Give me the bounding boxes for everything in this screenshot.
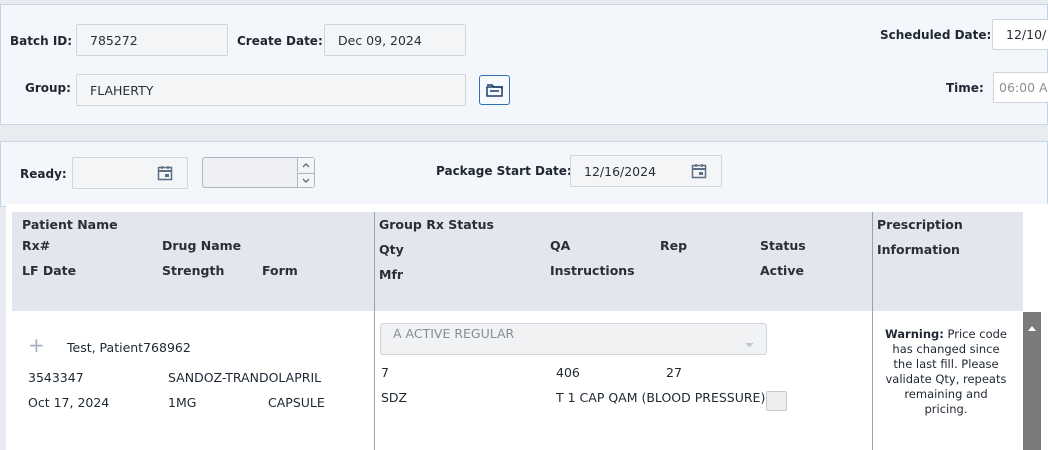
form-cell: CAPSULE	[268, 395, 325, 410]
chevron-up-icon	[302, 162, 310, 167]
rep-cell: 27	[666, 365, 682, 380]
scheduled-date-label: Scheduled Date:	[880, 28, 992, 42]
col-qty: Qty	[379, 242, 404, 257]
col-strength: Strength	[162, 263, 225, 278]
folder-open-icon	[485, 84, 503, 97]
warning-label: Warning:	[885, 327, 944, 341]
prescription-warning: Warning: Price code has changed since th…	[884, 327, 1008, 417]
col-active: Active	[760, 263, 804, 278]
ready-number-stepper[interactable]	[202, 157, 315, 188]
group-field[interactable]: FLAHERTY	[76, 74, 466, 106]
stepper-down-button[interactable]	[297, 173, 314, 187]
batch-id-label: Batch ID:	[10, 34, 73, 48]
create-date-label: Create Date:	[237, 34, 323, 48]
package-start-label: Package Start Date:	[436, 164, 572, 178]
grid-scrollbar[interactable]	[1023, 312, 1041, 450]
qa-cell: 406	[556, 365, 580, 380]
col-rep: Rep	[660, 238, 688, 253]
qty-cell: 7	[381, 365, 389, 380]
group-rx-status-value: A ACTIVE REGULAR	[393, 326, 515, 341]
col-qa: QA	[550, 238, 571, 253]
lf-date-cell: Oct 17, 2024	[28, 395, 110, 410]
col-group-rx-status: Group Rx Status	[379, 217, 494, 232]
expand-row-button[interactable]: +	[28, 335, 45, 355]
col-mfr: Mfr	[379, 267, 404, 282]
col-prescription: Prescription	[877, 217, 963, 232]
batch-header-panel	[0, 4, 1048, 125]
group-browse-button[interactable]	[479, 75, 510, 105]
batch-id-field[interactable]: 785272	[76, 24, 228, 56]
calendar-icon	[691, 164, 707, 179]
col-drug-name: Drug Name	[162, 238, 242, 253]
rx-num-cell: 3543347	[28, 370, 84, 385]
chevron-down-icon	[302, 178, 310, 183]
drug-name-cell: SANDOZ-TRANDOLAPRIL	[168, 370, 322, 385]
strength-cell: 1MG	[168, 395, 197, 410]
chevron-down-icon	[745, 336, 754, 351]
col-form: Form	[262, 263, 298, 278]
active-checkbox[interactable]	[766, 391, 787, 411]
col-patient-name: Patient Name	[22, 217, 118, 232]
col-rx-num: Rx#	[22, 238, 51, 253]
group-rx-status-select[interactable]: A ACTIVE REGULAR	[380, 323, 767, 355]
scroll-up-icon[interactable]	[1028, 316, 1036, 335]
time-label: Time:	[946, 81, 984, 95]
scheduled-date-field[interactable]: 12/10/	[992, 19, 1048, 50]
time-field[interactable]: 06:00 AI	[993, 72, 1048, 103]
calendar-icon	[157, 166, 173, 181]
col-status: Status	[760, 238, 806, 253]
package-start-calendar-button[interactable]	[689, 161, 709, 181]
col-instructions: Instructions	[550, 263, 635, 278]
patient-name-cell: Test, Patient768962	[67, 340, 191, 355]
ready-calendar-button[interactable]	[155, 163, 175, 183]
col-information: Information	[877, 242, 960, 257]
stepper-up-button[interactable]	[297, 158, 314, 172]
ready-label: Ready:	[20, 167, 67, 181]
instructions-cell: T 1 CAP QAM (BLOOD PRESSURE)	[556, 390, 766, 405]
mfr-cell: SDZ	[381, 390, 408, 405]
create-date-field[interactable]: Dec 09, 2024	[324, 24, 466, 56]
col-lf-date: LF Date	[22, 263, 77, 278]
group-label: Group:	[25, 81, 71, 95]
